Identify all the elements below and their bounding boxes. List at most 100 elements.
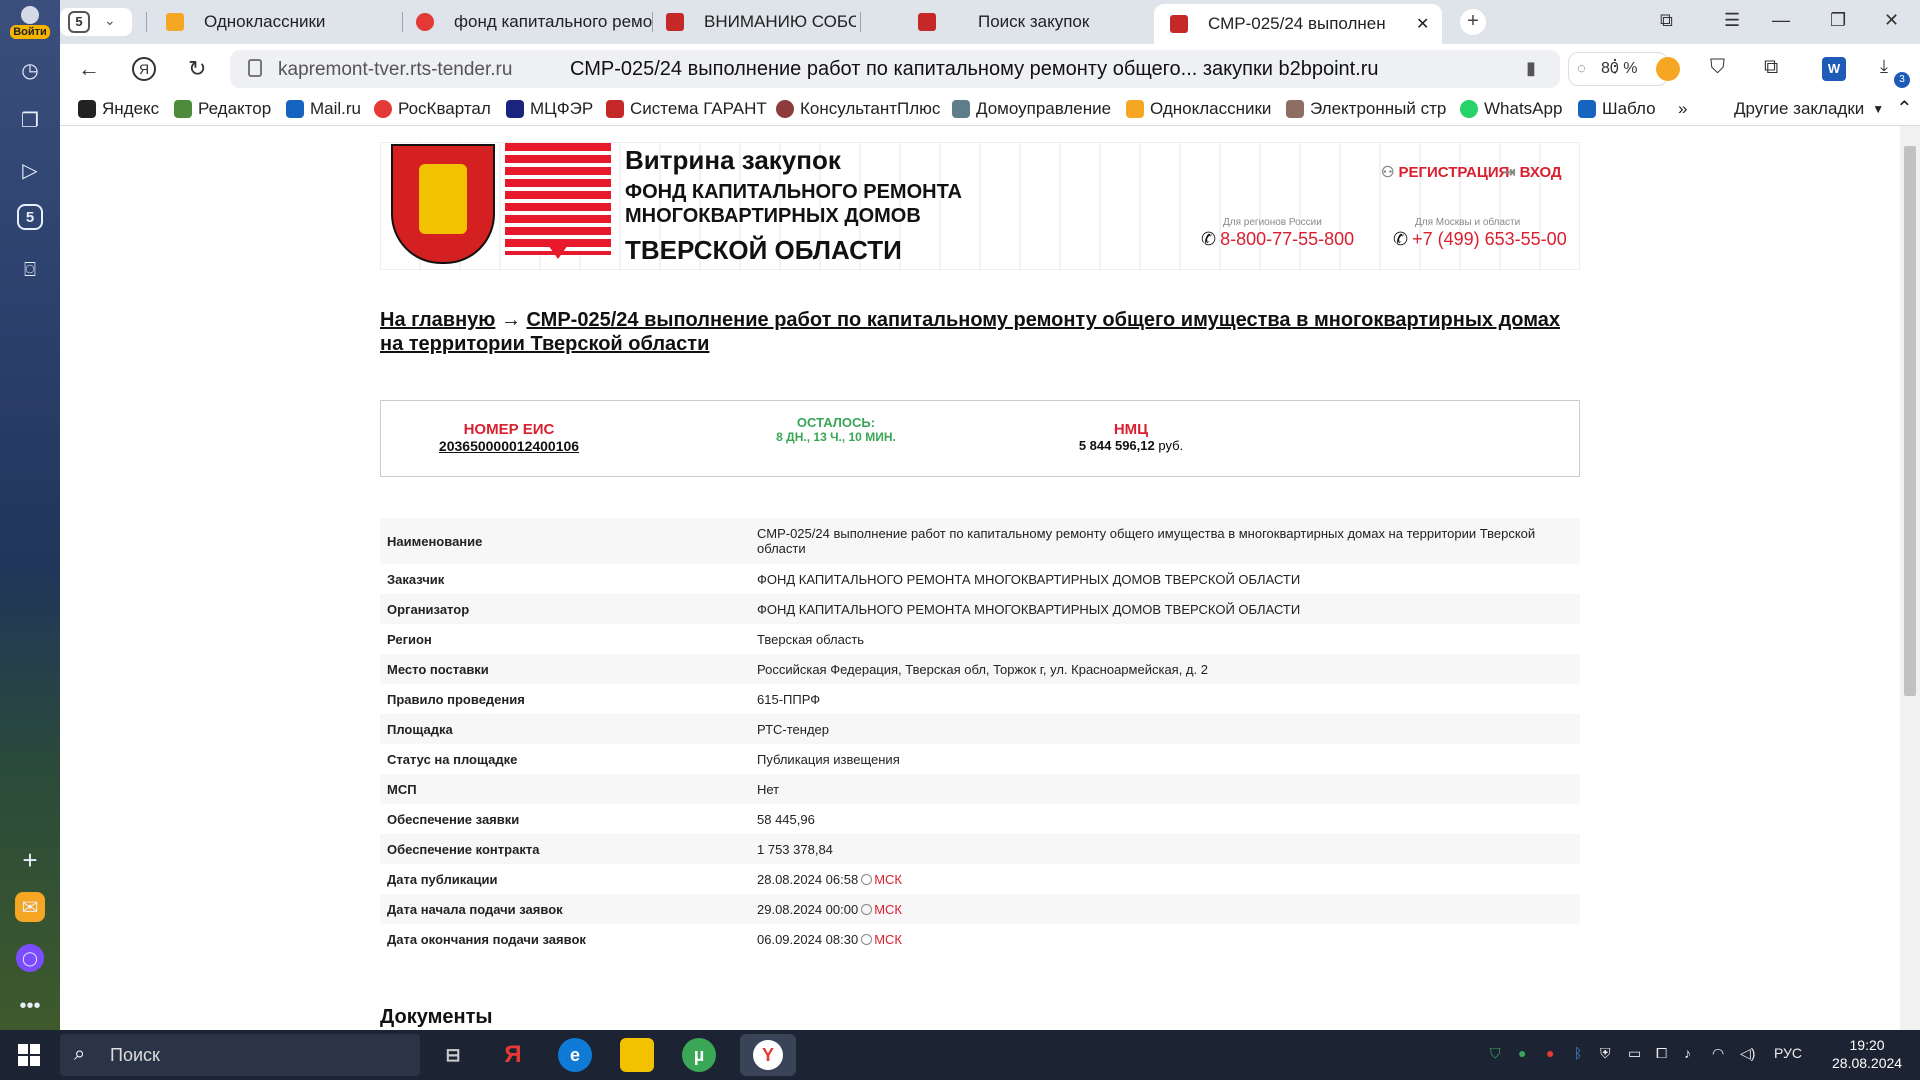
close-window-icon[interactable]: ✕ — [1884, 10, 1899, 31]
phone2[interactable]: ✆ +7 (499) 653-55-00 — [1393, 229, 1567, 250]
extension-orange-icon[interactable] — [1656, 57, 1680, 81]
bookmark-icon[interactable]: ▮ — [1526, 58, 1536, 79]
menu-icon[interactable]: ☰ — [1724, 10, 1740, 31]
table-row: Наименование СМР-025/24 выполнение работ … — [380, 518, 1580, 564]
bookmark-elektronny[interactable]: Электронный стр — [1286, 99, 1456, 119]
reload-icon[interactable]: ↻ — [188, 56, 206, 82]
breadcrumb-arrow: → — [500, 309, 521, 331]
word-icon[interactable]: W — [1822, 57, 1846, 81]
login-link[interactable]: ⇥ ВХОД — [1503, 163, 1562, 181]
bookmark-yandex[interactable]: Яндекс — [78, 99, 159, 119]
restore-icon[interactable]: ❐ — [1830, 10, 1846, 31]
task-view-icon[interactable]: ⊟ — [436, 1038, 470, 1072]
close-icon[interactable]: ✕ — [1416, 14, 1429, 34]
utorrent-icon[interactable]: µ — [682, 1038, 716, 1072]
register-link[interactable]: ⚇ РЕГИСТРАЦИЯ — [1381, 163, 1509, 181]
scrollbar-thumb[interactable] — [1904, 146, 1916, 696]
details-table: Наименование СМР-025/24 выполнение работ … — [380, 518, 1580, 954]
utorrent-tray-icon[interactable]: ● — [1518, 1045, 1526, 1061]
bluetooth-icon[interactable]: ᛒ — [1574, 1045, 1582, 1061]
table-row: Площадка РТС-тендер — [380, 714, 1580, 744]
yandex-tray-icon[interactable]: ● — [1546, 1045, 1554, 1061]
bookmark-roskvartal[interactable]: РосКвартал — [374, 99, 491, 119]
bookmarks-panel-icon[interactable]: ⧉ — [1660, 10, 1673, 31]
screenshot-icon[interactable]: ⌼ — [14, 254, 46, 286]
bookmark-shablon[interactable]: Шабло — [1578, 99, 1678, 119]
page-title-in-url: СМР-025/24 выполнение работ по капитальн… — [570, 58, 1379, 80]
battery-icon[interactable]: ▭ — [1628, 1045, 1641, 1062]
breadcrumb-home-link[interactable]: На главную — [380, 309, 495, 331]
shield-icon[interactable]: ⛉ — [1710, 56, 1725, 79]
mail-icon[interactable]: ✉ — [15, 892, 45, 922]
eis-value[interactable]: 203650000012400106 — [411, 438, 607, 454]
collapse-icon[interactable]: ⌃ — [1896, 96, 1913, 121]
tab-group-button[interactable]: 5 ⌄ — [60, 8, 132, 36]
bookmark-garant[interactable]: Система ГАРАНТ — [606, 99, 767, 119]
extension-icon[interactable]: ⧉ — [1764, 56, 1778, 79]
volume-icon[interactable]: ◁) — [1740, 1045, 1755, 1062]
mail-icon — [286, 100, 304, 118]
shield-tray-icon[interactable]: ⛉ — [1490, 1045, 1501, 1062]
table-row: МСП Нет — [380, 774, 1580, 804]
user-icon — [21, 6, 39, 24]
site-icon — [666, 13, 684, 31]
microphone-icon[interactable]: ♪ — [1684, 1045, 1691, 1061]
url-field[interactable]: kapremont-tver.rts-tender.ru СМР-025/24 … — [230, 50, 1560, 88]
tab-count-icon[interactable]: 5 — [17, 204, 43, 230]
org-name-line2: МНОГОКВАРТИРНЫХ ДОМОВ — [625, 205, 921, 227]
konsultant-icon — [776, 100, 794, 118]
windows-start-icon[interactable] — [18, 1044, 40, 1066]
remaining-block: ОСТАЛОСЬ: 8 ДН., 13 Ч., 10 МИН. — [741, 415, 931, 444]
back-icon[interactable]: ← — [78, 56, 100, 82]
file-explorer-icon[interactable] — [620, 1038, 654, 1072]
download-icon[interactable]: ⤓ — [1880, 56, 1888, 77]
bookmark-odnoklassniki[interactable]: Одноклассники — [1126, 99, 1271, 119]
tab-poisk[interactable]: Поиск закупок — [918, 6, 1158, 38]
history-icon[interactable]: ◷ — [14, 54, 46, 86]
security-icon[interactable]: ⛨ — [1600, 1045, 1611, 1062]
add-panel-icon[interactable]: + — [14, 844, 46, 876]
more-icon[interactable]: ••• — [14, 990, 46, 1022]
yandex-app-icon[interactable]: Я — [496, 1038, 530, 1072]
minimize-icon[interactable]: — — [1772, 10, 1790, 31]
device-icon[interactable]: ⧠ — [1656, 1045, 1667, 1062]
tab-fond[interactable]: фонд капитального ремо — [416, 6, 706, 38]
taskbar-search[interactable]: ⌕ Поиск — [60, 1034, 420, 1076]
system-clock[interactable]: 19:20 28.08.2024 — [1832, 1036, 1902, 1072]
bookmark-mcfer[interactable]: МЦФЭР — [506, 99, 593, 119]
alice-icon[interactable]: ◯ — [16, 944, 44, 972]
more-vert-icon[interactable]: ⋮ — [1606, 56, 1624, 77]
garant-icon — [606, 100, 624, 118]
eis-block: НОМЕР ЕИС 203650000012400106 — [411, 421, 607, 454]
yandex-icon — [78, 100, 96, 118]
login-button[interactable]: Войти — [8, 6, 52, 42]
table-row: Дата окончания подачи заявок 06.09.2024 0… — [387, 931, 903, 947]
bookmarks-more-button[interactable]: » — [1678, 99, 1687, 119]
page-scrollbar[interactable] — [1900, 126, 1920, 1030]
table-row: Организатор ФОНД КАПИТАЛЬНОГО РЕМОНТА МНО… — [380, 594, 1580, 624]
table-row: Обеспечение заявки 58 445,96 — [387, 811, 815, 827]
language-indicator[interactable]: РУС — [1774, 1045, 1802, 1061]
bookmark-redaktor[interactable]: Редактор — [174, 99, 271, 119]
bookmark-whatsapp[interactable]: WhatsApp — [1460, 99, 1562, 119]
edge-icon[interactable]: e — [558, 1038, 592, 1072]
yandex-button-icon[interactable]: Я — [132, 57, 156, 81]
tab-odnoklassniki[interactable]: Одноклассники — [166, 6, 456, 38]
other-bookmarks-button[interactable]: Другие закладки ▼ — [1734, 99, 1884, 119]
breadcrumb-current-link[interactable]: СМР-025/24 выполнение работ по капитальн… — [380, 309, 1560, 355]
coat-of-arms-logo — [391, 144, 495, 264]
bookmark-domoupravlenie[interactable]: Домоуправление — [952, 99, 1111, 119]
table-row: Регион Тверская область — [387, 631, 865, 647]
phone1[interactable]: ✆ 8-800-77-55-800 — [1201, 229, 1354, 250]
wifi-icon[interactable]: ◠ — [1712, 1045, 1724, 1062]
tab-vnimaniyu[interactable]: ВНИМАНИЮ СОБСТВЕНН — [666, 6, 856, 38]
collections-icon[interactable]: ❐ — [14, 104, 46, 136]
new-tab-button[interactable]: + — [1460, 9, 1486, 35]
yandex-browser-taskbar-button[interactable]: Y — [740, 1034, 796, 1076]
mcfer-icon — [506, 100, 524, 118]
tab-active[interactable]: СМР-025/24 выполнен ✕ — [1154, 4, 1442, 44]
video-icon[interactable]: ▷ — [14, 154, 46, 186]
bookmark-mailru[interactable]: Mail.ru — [286, 99, 361, 119]
site-title: Витрина закупок — [625, 145, 841, 175]
tab-strip: 5 ⌄ Одноклассники фонд капитального ремо… — [60, 0, 1920, 44]
